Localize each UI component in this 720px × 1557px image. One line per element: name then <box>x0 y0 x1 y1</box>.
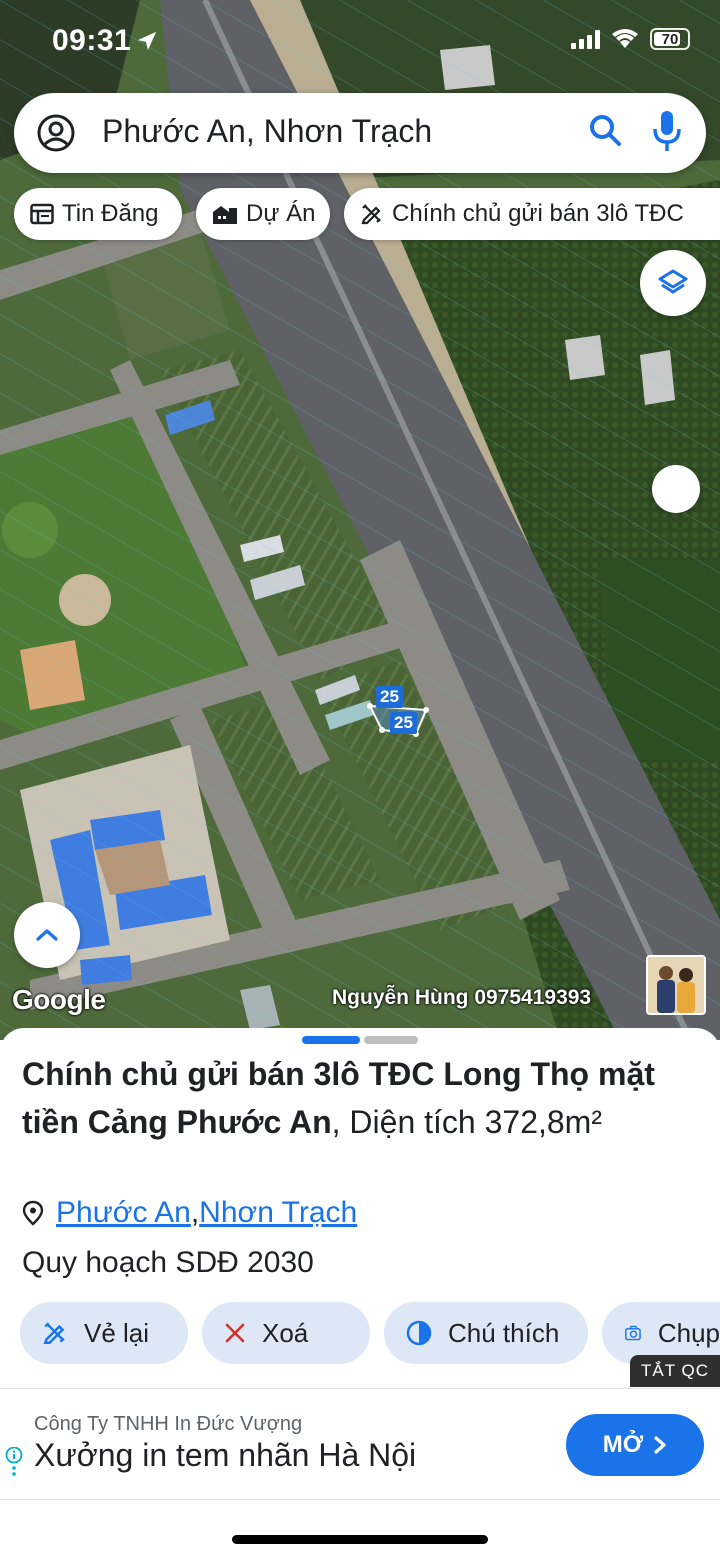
action-label: Xoá <box>262 1317 309 1348</box>
listing-location: Phước An, Nhơn Trạch <box>22 1196 357 1230</box>
location-pin-icon <box>22 1200 44 1226</box>
layers-icon <box>658 269 688 294</box>
battery-icon: 70 <box>650 28 690 50</box>
layers-button[interactable] <box>640 250 706 316</box>
listing-title-rest: , Diện tích 372,8m² <box>331 1104 602 1140</box>
parcel-label[interactable]: 25 <box>390 712 417 734</box>
search-icon[interactable] <box>586 111 626 151</box>
chip-listing[interactable]: Chính chủ gửi bán 3lô TĐC <box>344 188 720 240</box>
wifi-icon <box>612 29 638 48</box>
battery-level: 70 <box>661 30 679 48</box>
microphone-icon[interactable] <box>650 109 684 153</box>
newspaper-icon <box>30 203 54 225</box>
chip-tin-dang[interactable]: Tin Đăng <box>14 188 182 240</box>
action-label: Chụp <box>657 1317 720 1348</box>
chip-du-an[interactable]: Dự Án <box>196 188 330 240</box>
location-arrow-icon <box>137 31 157 51</box>
expand-up-button[interactable] <box>14 902 80 968</box>
signal-icon <box>571 29 600 49</box>
satellite-map[interactable]: 25 25 09:31 70 Phước An, Nhơn Trạch Tin … <box>0 0 720 1040</box>
location-ward-link[interactable]: Phước An <box>56 1196 191 1230</box>
chevron-up-icon <box>36 929 58 941</box>
ad-advertiser: Công Ty TNHH In Đức Vượng <box>34 1413 303 1435</box>
sheet-handle[interactable] <box>302 1036 360 1044</box>
status-bar: 09:31 70 <box>0 0 720 80</box>
planning-info: Quy hoạch SDĐ 2030 <box>22 1246 314 1279</box>
ad-banner[interactable]: Công Ty TNHH In Đức Vượng Xưởng in tem n… <box>0 1388 720 1500</box>
map-control-button[interactable] <box>652 465 700 513</box>
watermark-text: Nguyễn Hùng 0975419393 <box>332 986 592 1009</box>
ad-open-label: MỞ <box>602 1431 644 1458</box>
home-indicator[interactable] <box>232 1535 488 1544</box>
delete-button[interactable]: Xoá <box>202 1302 370 1364</box>
poster-avatar[interactable] <box>646 955 706 1015</box>
google-logo: Google <box>12 984 106 1015</box>
status-indicators: 70 <box>571 28 690 50</box>
sheet-handle-secondary[interactable] <box>364 1036 418 1044</box>
search-bar[interactable]: Phước An, Nhơn Trạch <box>14 93 706 173</box>
poster-photo <box>648 957 704 1013</box>
chip-label: Chính chủ gửi bán 3lô TĐC <box>392 200 684 227</box>
status-time: 09:31 <box>52 24 132 57</box>
location-district-link[interactable]: Nhơn Trạch <box>199 1196 357 1230</box>
filter-chips: Tin Đăng Dự Án Chính chủ gửi bán 3lô TĐC <box>14 188 720 240</box>
chip-label: Tin Đăng <box>62 200 159 227</box>
redraw-button[interactable]: Vẻ lại <box>20 1302 188 1364</box>
chevron-right-icon <box>654 1436 666 1454</box>
account-icon[interactable] <box>36 113 76 153</box>
action-label: Vẻ lại <box>84 1317 150 1348</box>
search-input[interactable]: Phước An, Nhơn Trạch <box>102 113 432 150</box>
edit-tools-icon <box>361 204 381 225</box>
close-icon <box>225 1323 245 1343</box>
action-label: Chú thích <box>448 1317 560 1348</box>
action-buttons: Vẻ lại Xoá Chú thích Chụp <box>20 1302 720 1364</box>
ad-toggle-button[interactable]: TẮT QC <box>630 1355 720 1387</box>
ad-info-icon[interactable] <box>4 1447 24 1477</box>
chip-label: Dự Án <box>246 200 316 227</box>
edit-tools-icon <box>43 1322 65 1344</box>
parcel-label[interactable]: 25 <box>376 686 403 708</box>
listing-sheet[interactable]: Chính chủ gửi bán 3lô TĐC Long Thọ mặt t… <box>0 1028 720 1388</box>
ad-headline[interactable]: Xưởng in tem nhãn Hà Nội <box>34 1437 416 1474</box>
contrast-icon <box>406 1320 432 1346</box>
camera-add-icon <box>625 1325 641 1341</box>
ad-open-button[interactable]: MỞ <box>566 1414 704 1476</box>
legend-button[interactable]: Chú thích <box>384 1302 588 1364</box>
building-icon <box>213 206 237 224</box>
location-separator: , <box>190 1196 200 1229</box>
listing-title: Chính chủ gửi bán 3lô TĐC Long Thọ mặt t… <box>22 1050 702 1146</box>
